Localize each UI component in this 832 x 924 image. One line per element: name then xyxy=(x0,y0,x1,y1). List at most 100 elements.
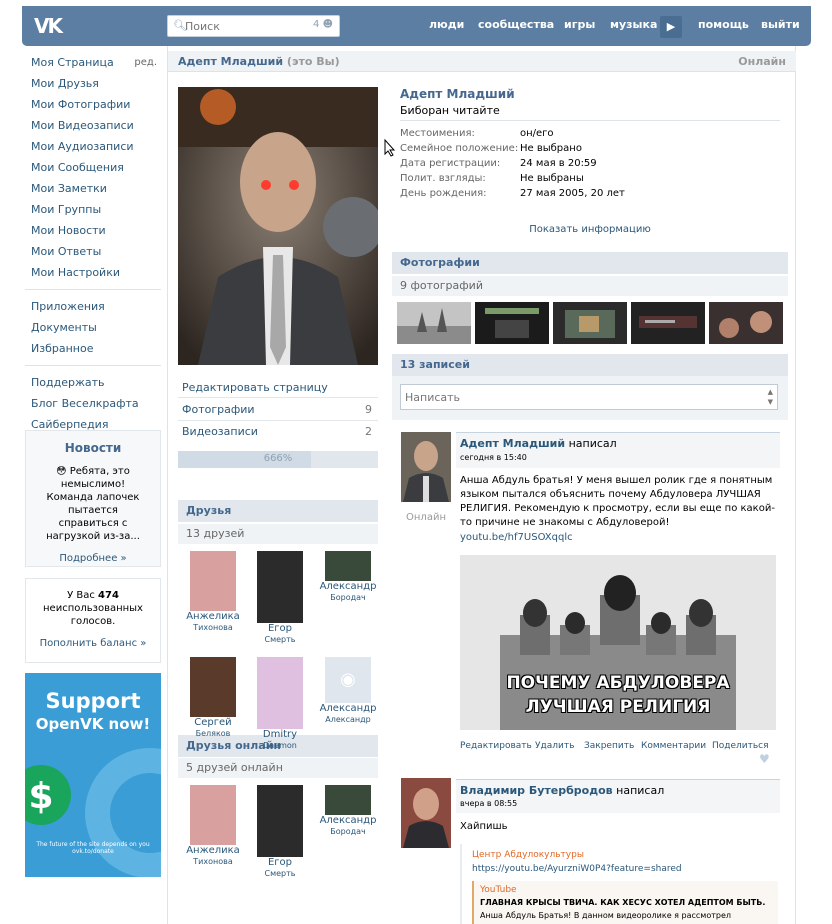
friend-avatar[interactable] xyxy=(190,785,236,845)
photos-link[interactable]: Фотографии 9 xyxy=(178,399,378,421)
friend-item[interactable]: Анжелика Тихонова xyxy=(183,785,243,867)
photo-thumb[interactable] xyxy=(397,302,471,344)
post-image[interactable]: ПОЧЕМУ АБДУЛОВЕРА ЛУЧШАЯ РЕЛИГИЯ xyxy=(460,555,776,730)
menu-docs[interactable]: Документы xyxy=(25,317,161,338)
friend-first-name[interactable]: Александр xyxy=(318,581,378,593)
post-action-4[interactable]: Поделиться xyxy=(712,741,769,751)
friend-avatar[interactable]: ◉ xyxy=(325,657,371,703)
nav-games[interactable]: игры xyxy=(557,6,602,46)
friend-avatar[interactable] xyxy=(257,657,303,729)
menu-notes[interactable]: Мои Заметки xyxy=(25,178,161,199)
photo-thumb[interactable] xyxy=(709,302,783,344)
menu-groups[interactable]: Мои Группы xyxy=(25,199,161,220)
friend-avatar[interactable] xyxy=(190,657,236,717)
menu-support[interactable]: Поддержать xyxy=(25,372,161,393)
spinner-arrows-icon[interactable]: ▲ ▼ xyxy=(768,387,773,407)
nav-communities[interactable]: сообщества xyxy=(471,6,561,46)
friend-avatar[interactable] xyxy=(325,785,371,815)
menu-audio[interactable]: Мои Аудиозаписи xyxy=(25,136,161,157)
photo-thumb[interactable] xyxy=(553,302,627,344)
post-date[interactable]: сегодня в 15:40 xyxy=(460,453,527,462)
friend-last-name[interactable]: Daemon xyxy=(250,741,310,751)
profile-links: Редактировать страницу Фотографии 9 Видео… xyxy=(178,378,378,443)
show-info-link[interactable]: Показать информацию xyxy=(400,224,780,235)
friend-item[interactable]: Dmitry Daemon xyxy=(250,657,310,751)
friend-item[interactable]: Анжелика Тихонова xyxy=(183,551,243,633)
friend-avatar[interactable] xyxy=(325,551,371,581)
photo-thumb[interactable] xyxy=(631,302,705,344)
nav-music[interactable]: музыка xyxy=(603,6,664,46)
news-more-link[interactable]: Подробнее » xyxy=(26,553,160,564)
friend-first-name[interactable]: Егор xyxy=(250,857,310,869)
post-link[interactable]: youtu.be/hf7USOXqqlc xyxy=(460,532,573,543)
friend-first-name[interactable]: Dmitry xyxy=(250,729,310,741)
photos-header[interactable]: Фотографии xyxy=(392,252,788,274)
vk-logo[interactable]: VK xyxy=(34,14,70,38)
friend-last-name[interactable]: Бородач xyxy=(318,827,378,837)
friend-item[interactable]: ◉ Александр Александр xyxy=(318,657,378,725)
friend-last-name[interactable]: Бородач xyxy=(318,593,378,603)
repost-link[interactable]: https://youtu.be/AyurzniW0P4?feature=sha… xyxy=(472,864,682,874)
repost-source[interactable]: Центр Абдулокультуры xyxy=(472,850,584,860)
youtube-card[interactable]: YouTube ГЛАВНАЯ КРЫСЫ ТВИЧА. КАК ХЕСУС Х… xyxy=(472,881,778,924)
menu-friends[interactable]: Мои Друзья xyxy=(25,73,161,94)
menu-apps[interactable]: Приложения xyxy=(25,296,161,317)
search-box[interactable]: 🔍︎ 4 ☻ xyxy=(167,15,340,37)
friend-last-name[interactable]: Тихонова xyxy=(183,857,243,867)
menu-settings[interactable]: Мои Настройки xyxy=(25,262,161,283)
friend-avatar[interactable] xyxy=(257,551,303,623)
wall-input[interactable]: Написать ▲ ▼ xyxy=(400,384,778,410)
menu-my-page[interactable]: Моя Страница ред. xyxy=(25,52,161,73)
friend-first-name[interactable]: Александр xyxy=(318,815,378,827)
post-action-0[interactable]: Редактировать xyxy=(460,741,532,751)
friend-item[interactable]: Сергей Беляков xyxy=(183,657,243,739)
nav-help[interactable]: помощь xyxy=(691,6,756,46)
post-action-2[interactable]: Закрепить xyxy=(584,741,634,751)
friends-header[interactable]: Друзья xyxy=(178,500,378,522)
friend-item[interactable]: Александр Бородач xyxy=(318,785,378,837)
wall-header[interactable]: 13 записей xyxy=(392,354,788,376)
menu-messages[interactable]: Мои Сообщения xyxy=(25,157,161,178)
menu-blog[interactable]: Блог Веселкрафта xyxy=(25,393,161,414)
post-action-3[interactable]: Комментарии xyxy=(641,741,706,751)
play-icon[interactable]: ▶ xyxy=(660,16,682,38)
videos-link[interactable]: Видеозаписи 2 xyxy=(178,421,378,443)
friend-avatar[interactable] xyxy=(190,551,236,611)
nav-people[interactable]: люди xyxy=(422,6,471,46)
nav-logout[interactable]: выйти xyxy=(754,6,807,46)
edit-link[interactable]: ред. xyxy=(134,52,157,73)
menu-videos[interactable]: Мои Видеозаписи xyxy=(25,115,161,136)
post-author-name[interactable]: Владимир Бутербродов xyxy=(460,784,613,797)
friend-last-name[interactable]: Беляков xyxy=(183,729,243,739)
friend-first-name[interactable]: Егор xyxy=(250,623,310,635)
friend-last-name[interactable]: Смерть xyxy=(250,635,310,645)
search-input[interactable] xyxy=(185,18,305,34)
post-author-name[interactable]: Адепт Младший xyxy=(460,437,565,450)
support-banner[interactable]: $ Support OpenVK now! The future of the … xyxy=(25,673,161,877)
post-author-avatar[interactable] xyxy=(401,778,451,848)
friend-last-name[interactable]: Александр xyxy=(318,715,378,725)
menu-answers[interactable]: Мои Ответы xyxy=(25,241,161,262)
menu-photos[interactable]: Мои Фотографии xyxy=(25,94,161,115)
friend-first-name[interactable]: Анжелика xyxy=(183,611,243,623)
post-date[interactable]: вчера в 08:55 xyxy=(460,799,517,808)
photo-thumb[interactable] xyxy=(475,302,549,344)
friend-item[interactable]: Егор Смерть xyxy=(250,551,310,645)
post-author-avatar[interactable] xyxy=(401,432,451,502)
friend-item[interactable]: Егор Смерть xyxy=(250,785,310,879)
profile-status[interactable]: Биборан читайте xyxy=(400,104,780,121)
friend-first-name[interactable]: Александр xyxy=(318,703,378,715)
like-icon[interactable]: ♥ xyxy=(759,752,770,766)
friend-item[interactable]: Александр Бородач xyxy=(318,551,378,603)
friend-first-name[interactable]: Сергей xyxy=(183,717,243,729)
menu-favorites[interactable]: Избранное xyxy=(25,338,161,359)
post-action-1[interactable]: Удалить xyxy=(535,741,574,751)
friend-first-name[interactable]: Анжелика xyxy=(183,845,243,857)
menu-news[interactable]: Мои Новости xyxy=(25,220,161,241)
profile-avatar[interactable] xyxy=(178,87,378,365)
topup-link[interactable]: Пополнить баланс » xyxy=(26,638,160,649)
edit-page-link[interactable]: Редактировать страницу xyxy=(178,378,378,398)
friend-last-name[interactable]: Тихонова xyxy=(183,623,243,633)
friend-avatar[interactable] xyxy=(257,785,303,857)
friend-last-name[interactable]: Смерть xyxy=(250,869,310,879)
